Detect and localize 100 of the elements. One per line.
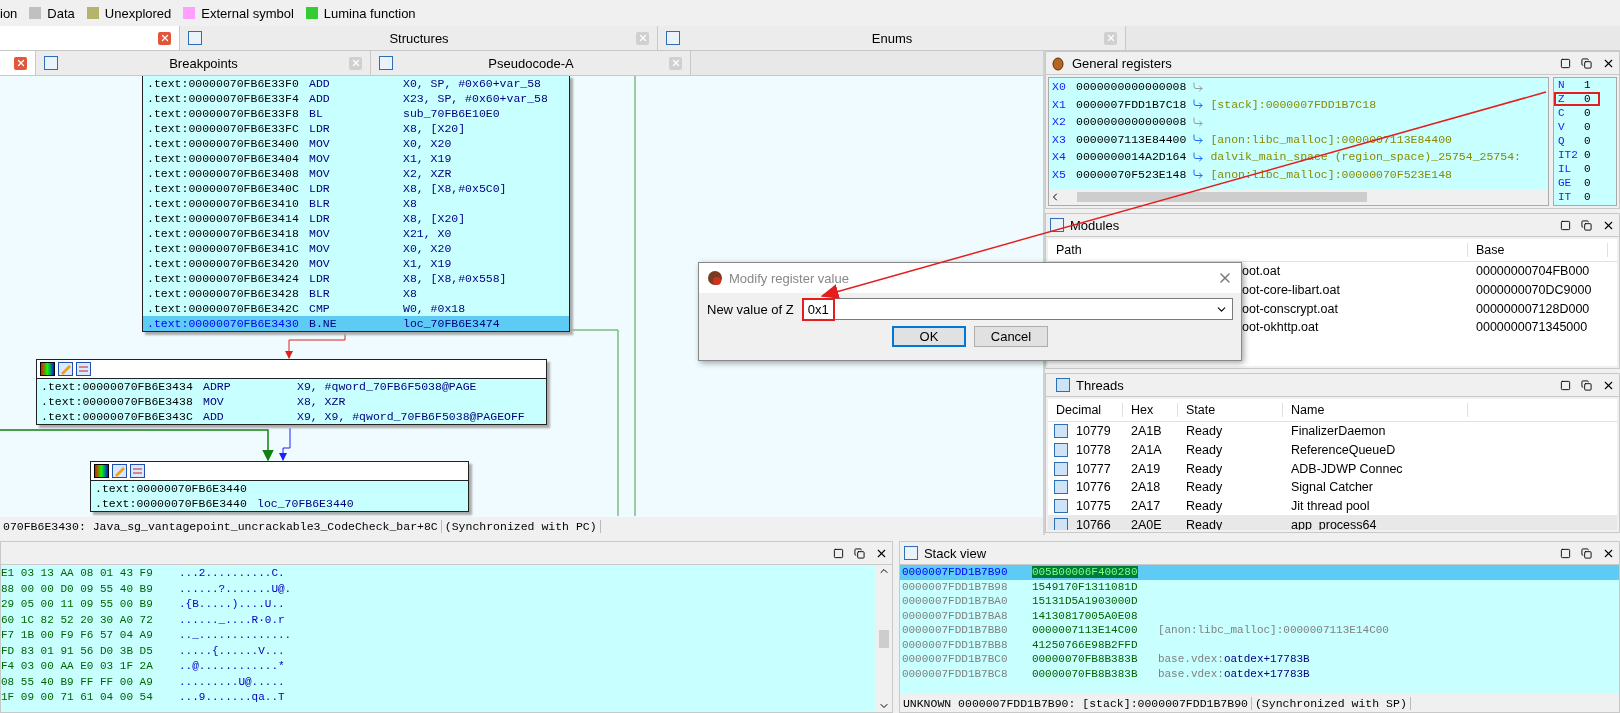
thread-row[interactable]: 10776 2A18 Ready Signal Catcher (1048, 478, 1617, 497)
register-row[interactable]: X0 0000000000000008 (1049, 78, 1548, 96)
code-line[interactable]: .text:00000070FB6E3428 BLR X8 (143, 286, 569, 301)
stack-row[interactable]: 0000007FDD1B7BB0 0000007113E14C00 [anon:libc_malloc]:0000007113E14C00 (899, 623, 1619, 638)
register-row[interactable]: X2 0000000000000008 (1049, 113, 1548, 131)
pointer-icon (1192, 80, 1205, 93)
column-header[interactable]: State (1178, 403, 1283, 417)
column-header[interactable]: Name (1283, 403, 1468, 417)
code-line[interactable]: .text:00000070FB6E3440 (91, 481, 468, 496)
operands: X8 (403, 286, 417, 301)
scrollbar-thumb[interactable] (878, 629, 889, 648)
code-line[interactable]: .text:00000070FB6E33FC LDR X8, [X20] (143, 121, 569, 136)
mnemonic: MOV (309, 226, 331, 241)
code-line[interactable]: .text:00000070FB6E33F8 BL sub_70FB6E10E0 (143, 106, 569, 121)
code-line[interactable]: .text:00000070FB6E3410 BLR X8 (143, 196, 569, 211)
tab[interactable]: Structures (180, 26, 658, 50)
code-line[interactable]: .text:00000070FB6E3408 MOV X2, XZR (143, 166, 569, 181)
column-header[interactable]: Base (1468, 243, 1608, 257)
graph-icon[interactable] (76, 362, 91, 376)
palette-icon[interactable] (94, 464, 109, 478)
value-field[interactable]: 0x1 (801, 298, 1233, 320)
edit-icon[interactable] (112, 464, 127, 478)
register-value: 0000000014A2D164 (1076, 150, 1187, 164)
code-line[interactable]: .text:00000070FB6E3420 MOV X1, X19 (143, 256, 569, 271)
tab[interactable] (0, 51, 36, 75)
maximize-icon[interactable] (1560, 379, 1571, 391)
line-address: .text:00000070FB6E3420 (147, 256, 300, 271)
thread-name: FinalizerDaemon (1290, 424, 1387, 439)
hex-bytes: E1 03 13 AA 08 01 43 F9 (1, 567, 154, 581)
stack-row[interactable]: 0000007FDD1B7B98 1549170F1311081D (899, 579, 1619, 594)
scrollbar-thumb[interactable] (1077, 192, 1367, 202)
stack-row[interactable]: 0000007FDD1B7BB8 41250766E98B2FFD (899, 637, 1619, 652)
restore-icon[interactable] (1581, 219, 1592, 231)
flag-row[interactable]: IT 0 (1554, 190, 1600, 204)
thread-row[interactable]: 10779 2A1B Ready FinalizerDaemon (1048, 422, 1617, 441)
flag-row[interactable]: IT2 0 (1554, 148, 1600, 162)
code-line[interactable]: .text:00000070FB6E3414 LDR X8, [X20] (143, 211, 569, 226)
register-row[interactable]: X1 0000007FDD1B7C18 [stack]:0000007FDD1B7C18 (1049, 95, 1548, 113)
code-line[interactable]: .text:00000070FB6E3434 ADRP X9, #qword_70FB6F5038@PAGE (37, 379, 546, 394)
code-line[interactable]: .text:00000070FB6E343C ADD X9, X9, #qword_70FB6F5038@PAGEOFF (37, 409, 546, 424)
thread-hex: 2A19 (1130, 461, 1162, 476)
thread-row[interactable]: 10777 2A19 Ready ADB-JDWP Connec (1048, 459, 1617, 479)
stack-value: 00000070FB8B383B (1031, 653, 1139, 666)
horizontal-scrollbar[interactable] (1049, 189, 1548, 205)
graph-icon[interactable] (130, 464, 145, 478)
vertical-scrollbar[interactable] (875, 565, 892, 712)
tab[interactable]: Pseudocode-A (371, 51, 691, 75)
flag-row[interactable]: N 1 (1554, 78, 1600, 92)
code-line[interactable]: .text:00000070FB6E341C MOV X0, X20 (143, 241, 569, 256)
maximize-icon[interactable] (832, 547, 844, 559)
restore-icon[interactable] (1581, 57, 1592, 69)
restore-icon[interactable] (853, 547, 865, 559)
maximize-icon[interactable] (1560, 219, 1571, 231)
thread-hex: 2A18 (1130, 480, 1162, 495)
thread-row[interactable]: 10775 2A17 Ready Jit thread pool (1048, 496, 1617, 516)
column-header[interactable]: Decimal (1048, 403, 1123, 417)
line-address: .text:00000070FB6E3440 (95, 481, 248, 496)
stack-row[interactable]: 0000007FDD1B7BC8 00000070FB8B383B base.vdex:oatdex+17783B (899, 666, 1619, 681)
operands: X1, X19 (403, 151, 452, 166)
tab[interactable]: Enums (658, 26, 1126, 50)
stack-row[interactable]: 0000007FDD1B7B90 005B00006F400280 (899, 565, 1619, 580)
code-line[interactable]: .text:00000070FB6E3424 LDR X8, [X8,#0x558] (143, 271, 569, 286)
code-line[interactable]: .text:00000070FB6E340C LDR X8, [X8,#0x5C0] (143, 181, 569, 196)
panel-title: Modules (1070, 217, 1121, 233)
code-line[interactable]: .text:00000070FB6E342C CMP W0, #0x18 (143, 301, 569, 316)
flag-row[interactable]: Z 0 (1554, 92, 1600, 106)
maximize-icon[interactable] (1560, 547, 1571, 559)
flag-row[interactable]: GE 0 (1554, 176, 1600, 190)
line-address: .text:00000070FB6E340C (147, 181, 300, 196)
flag-row[interactable]: Q 0 (1554, 134, 1600, 148)
hex-ascii: .....{......V... (179, 644, 285, 659)
flag-row[interactable]: IL 0 (1554, 162, 1600, 176)
tab[interactable] (0, 26, 180, 50)
code-line[interactable]: .text:00000070FB6E3418 MOV X21, X0 (143, 226, 569, 241)
maximize-icon[interactable] (1560, 57, 1571, 69)
thread-state: Ready (1185, 424, 1224, 439)
code-line[interactable]: .text:00000070FB6E3400 MOV X0, X20 (143, 136, 569, 151)
flag-row[interactable]: C 0 (1554, 106, 1600, 120)
restore-icon[interactable] (1581, 547, 1592, 559)
stack-row[interactable]: 0000007FDD1B7BA0 15131D5A1903000D (899, 594, 1619, 609)
code-line[interactable]: .text:00000070FB6E3440 loc_70FB6E3440 (91, 496, 468, 511)
stack-row[interactable]: 0000007FDD1B7BA8 14130817005A0E08 (899, 608, 1619, 623)
dialog-button[interactable]: Cancel (974, 326, 1048, 347)
column-header[interactable]: Hex (1123, 403, 1178, 417)
column-header[interactable]: Path (1048, 243, 1468, 257)
dialog-button[interactable]: OK (892, 326, 966, 347)
tab[interactable]: Breakpoints (36, 51, 371, 75)
register-value: 0000007FDD1B7C18 (1076, 97, 1187, 111)
stack-value: 00000070FB8B383B (1031, 667, 1139, 680)
code-line[interactable]: .text:00000070FB6E33F4 ADD X23, SP, #0x60+var_58 (143, 91, 569, 106)
restore-icon[interactable] (1581, 379, 1592, 391)
code-line[interactable]: .text:00000070FB6E3404 MOV X1, X19 (143, 151, 569, 166)
stack-row[interactable]: 0000007FDD1B7BC0 00000070FB8B383B base.vdex:oatdex+17783B (899, 652, 1619, 667)
code-line[interactable]: .text:00000070FB6E3438 MOV X8, XZR (37, 394, 546, 409)
palette-icon[interactable] (40, 362, 55, 376)
thread-row[interactable]: 10778 2A1A Ready ReferenceQueueD (1048, 440, 1617, 460)
flag-row[interactable]: V 0 (1554, 120, 1600, 134)
module-base: 00000000704FB000 (1475, 264, 1591, 279)
edit-icon[interactable] (58, 362, 73, 376)
code-line[interactable]: .text:00000070FB6E33F0 ADD X0, SP, #0x60+var_58 (143, 76, 569, 91)
